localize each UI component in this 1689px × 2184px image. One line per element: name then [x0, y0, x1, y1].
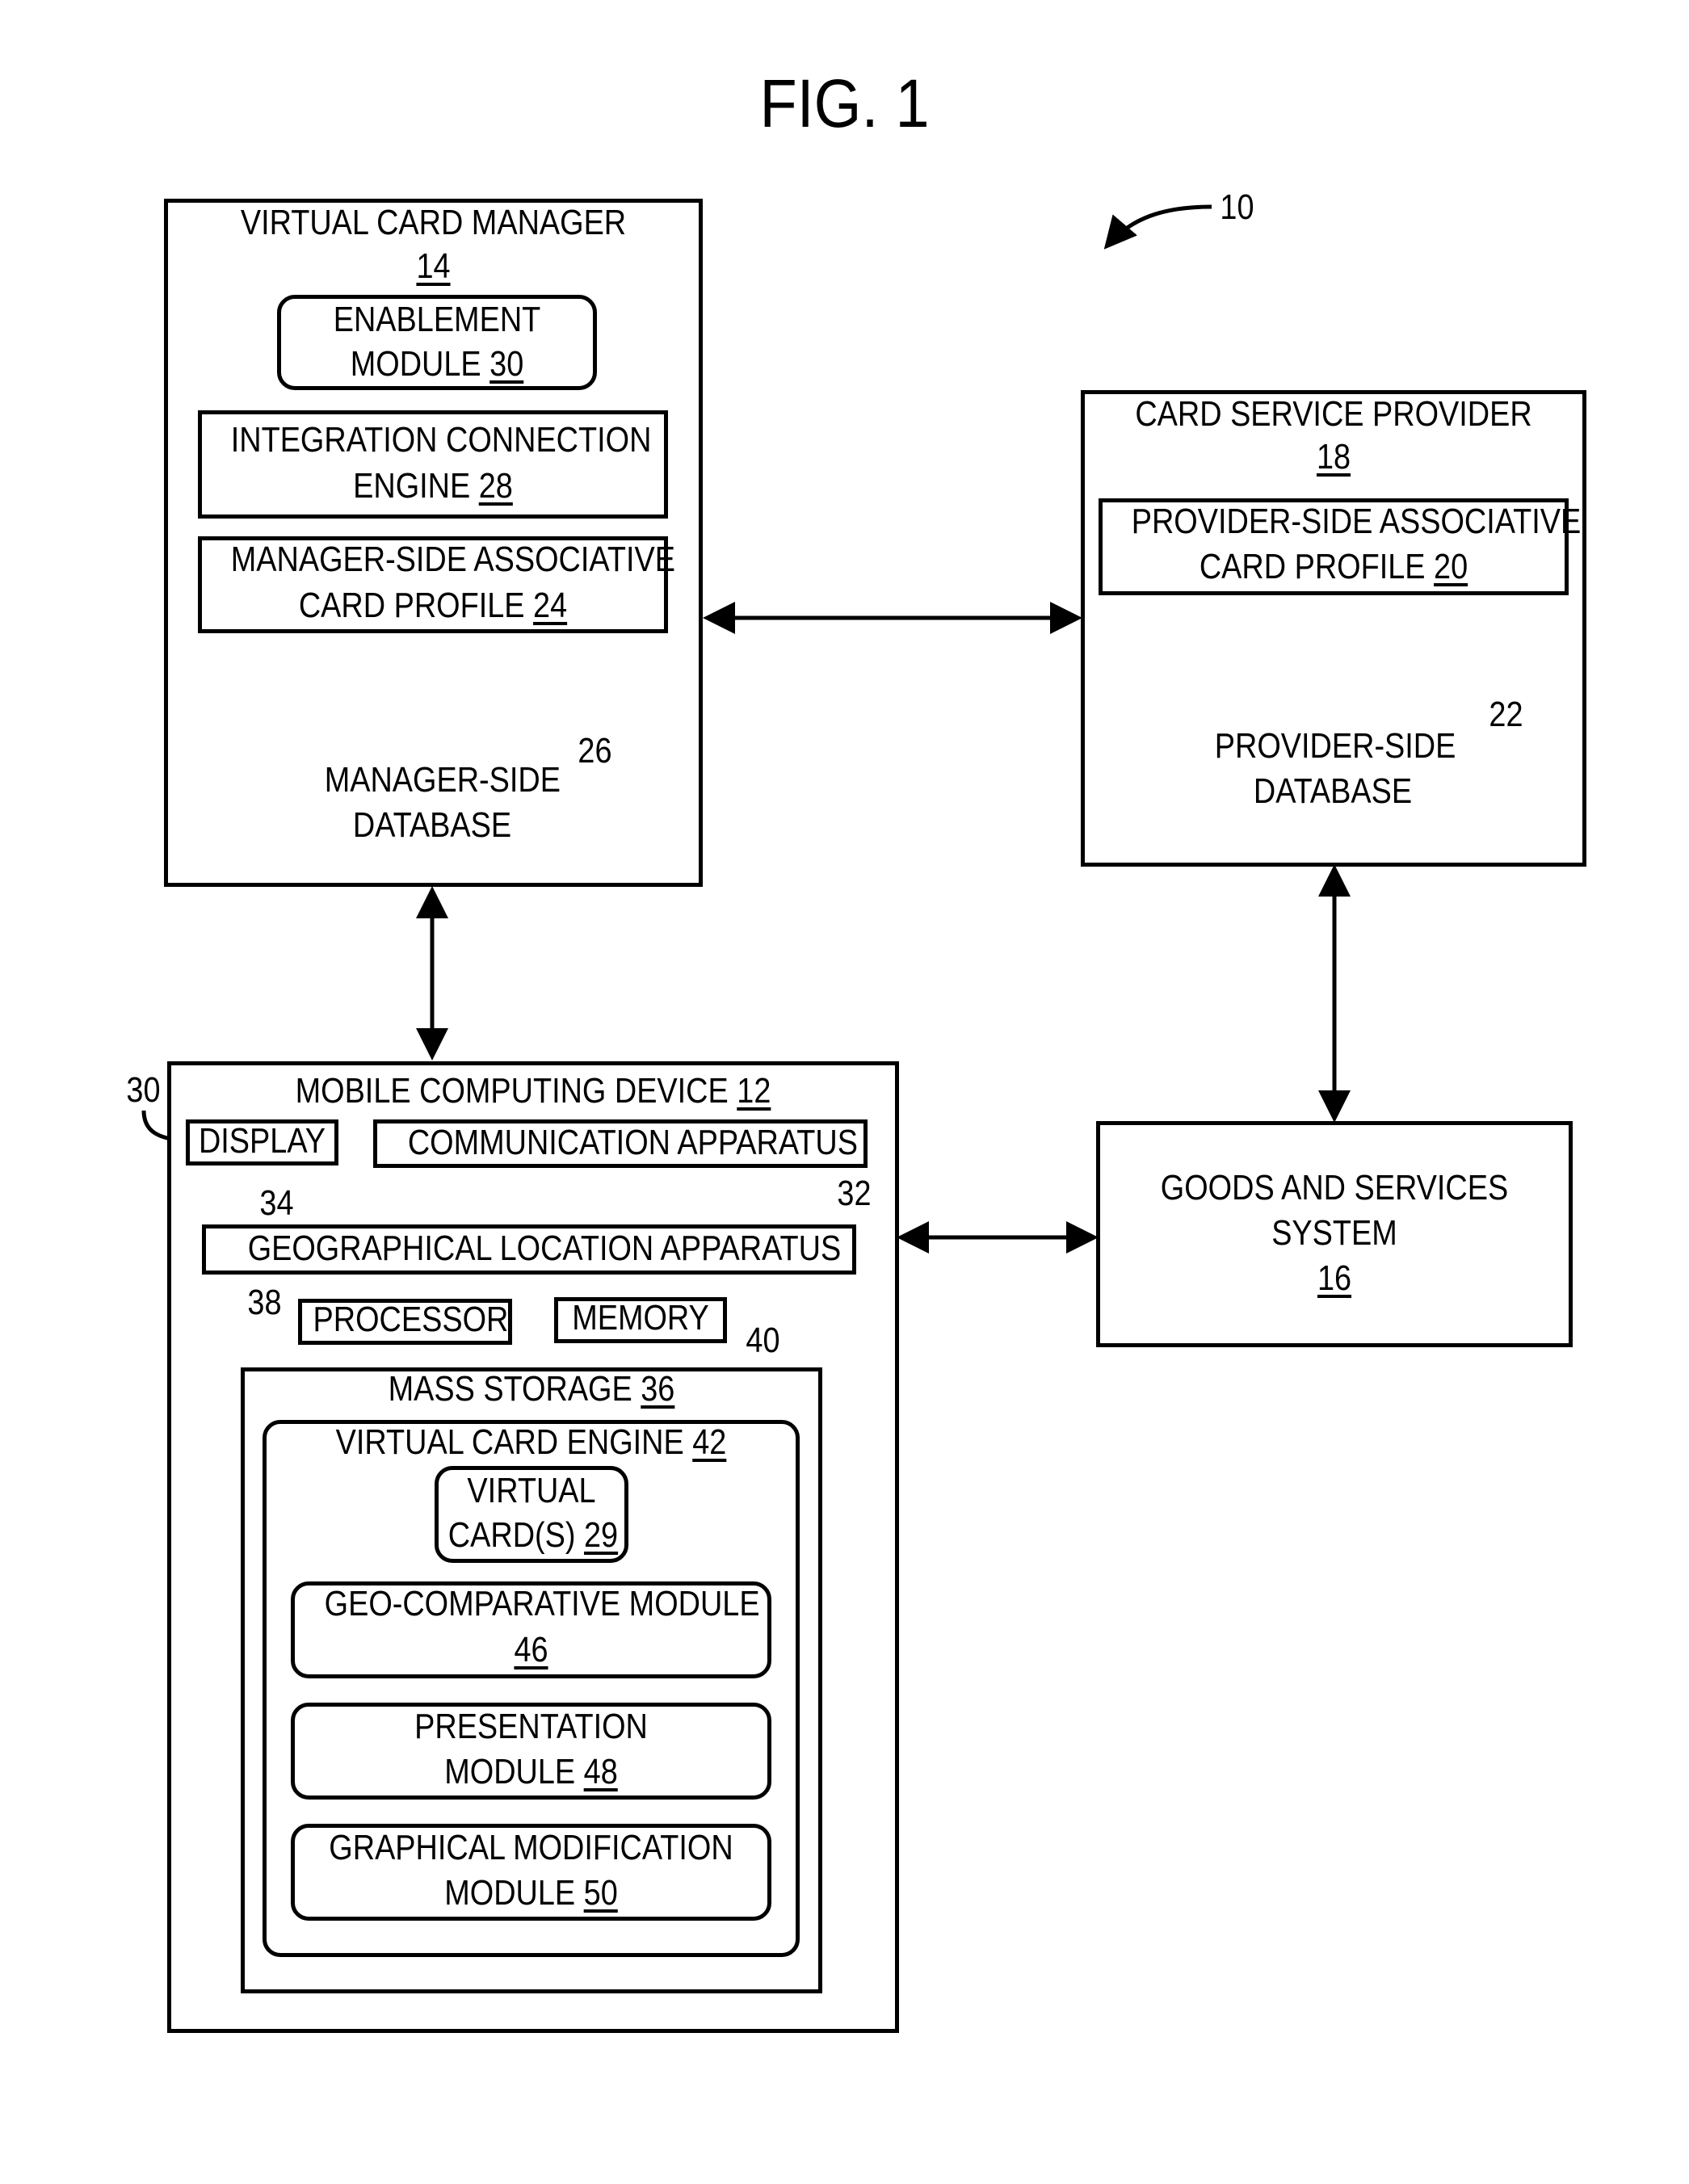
provider-profile-label-2: CARD PROFILE 20: [1199, 547, 1468, 586]
memory-label: MEMORY: [572, 1298, 709, 1338]
provider-title: CARD SERVICE PROVIDER: [1135, 394, 1532, 434]
mass-storage-label: MASS STORAGE 36: [388, 1369, 675, 1409]
ref-32: 32: [837, 1174, 872, 1213]
ref-26: 26: [578, 731, 612, 771]
ref-30-display: 30: [126, 1070, 161, 1110]
goods-number: 16: [1317, 1258, 1352, 1298]
graph-label-1: GRAPHICAL MODIFICATION: [329, 1828, 733, 1867]
ref-10: 10: [1220, 187, 1254, 227]
ice-label-2: ENGINE 28: [353, 466, 513, 506]
geo-label: GEOGRAPHICAL LOCATION APPARATUS: [247, 1228, 842, 1268]
comm-label: COMMUNICATION APPARATUS: [407, 1123, 858, 1162]
manager-db-label-2: DATABASE: [352, 805, 512, 845]
display-label: DISPLAY: [198, 1121, 326, 1161]
ref-34: 34: [259, 1183, 294, 1223]
ref-22: 22: [1489, 695, 1523, 734]
processor-label: PROCESSOR: [313, 1300, 509, 1339]
ref-38: 38: [247, 1283, 282, 1322]
graph-label-2: MODULE 50: [444, 1873, 618, 1913]
enablement-label-1: ENABLEMENT: [333, 300, 541, 339]
provider-number: 18: [1316, 437, 1351, 477]
engine-label: VIRTUAL CARD ENGINE 42: [335, 1422, 727, 1462]
enablement-label-2: MODULE 30: [350, 344, 524, 384]
provider-db-label-1: PROVIDER-SIDE: [1214, 726, 1456, 766]
provider-profile-label-1: PROVIDER-SIDE ASSOCIATIVE: [1131, 502, 1582, 541]
ice-label-1: INTEGRATION CONNECTION: [230, 420, 652, 460]
goods-label-2: SYSTEM: [1271, 1213, 1397, 1253]
geocomp-number: 46: [514, 1630, 548, 1670]
device-title: MOBILE COMPUTING DEVICE 12: [295, 1071, 771, 1111]
manager-profile-label-1: MANAGER-SIDE ASSOCIATIVE: [230, 540, 675, 579]
manager-db-label-1: MANAGER-SIDE: [324, 760, 561, 800]
manager-title: VIRTUAL CARD MANAGER: [240, 203, 627, 242]
ref-10-arrow: [1103, 204, 1212, 250]
provider-db-label-2: DATABASE: [1253, 771, 1413, 811]
vcard-label-1: VIRTUAL: [467, 1471, 596, 1510]
manager-number: 14: [416, 246, 451, 286]
goods-label-1: GOODS AND SERVICES: [1160, 1168, 1509, 1208]
present-label-2: MODULE 48: [444, 1752, 618, 1791]
manager-profile-label-2: CARD PROFILE 24: [298, 586, 568, 625]
geocomp-label: GEO-COMPARATIVE MODULE: [324, 1584, 760, 1623]
vcard-label-2: CARD(S) 29: [447, 1515, 619, 1555]
present-label-1: PRESENTATION: [414, 1707, 648, 1746]
ref-40: 40: [746, 1321, 780, 1360]
